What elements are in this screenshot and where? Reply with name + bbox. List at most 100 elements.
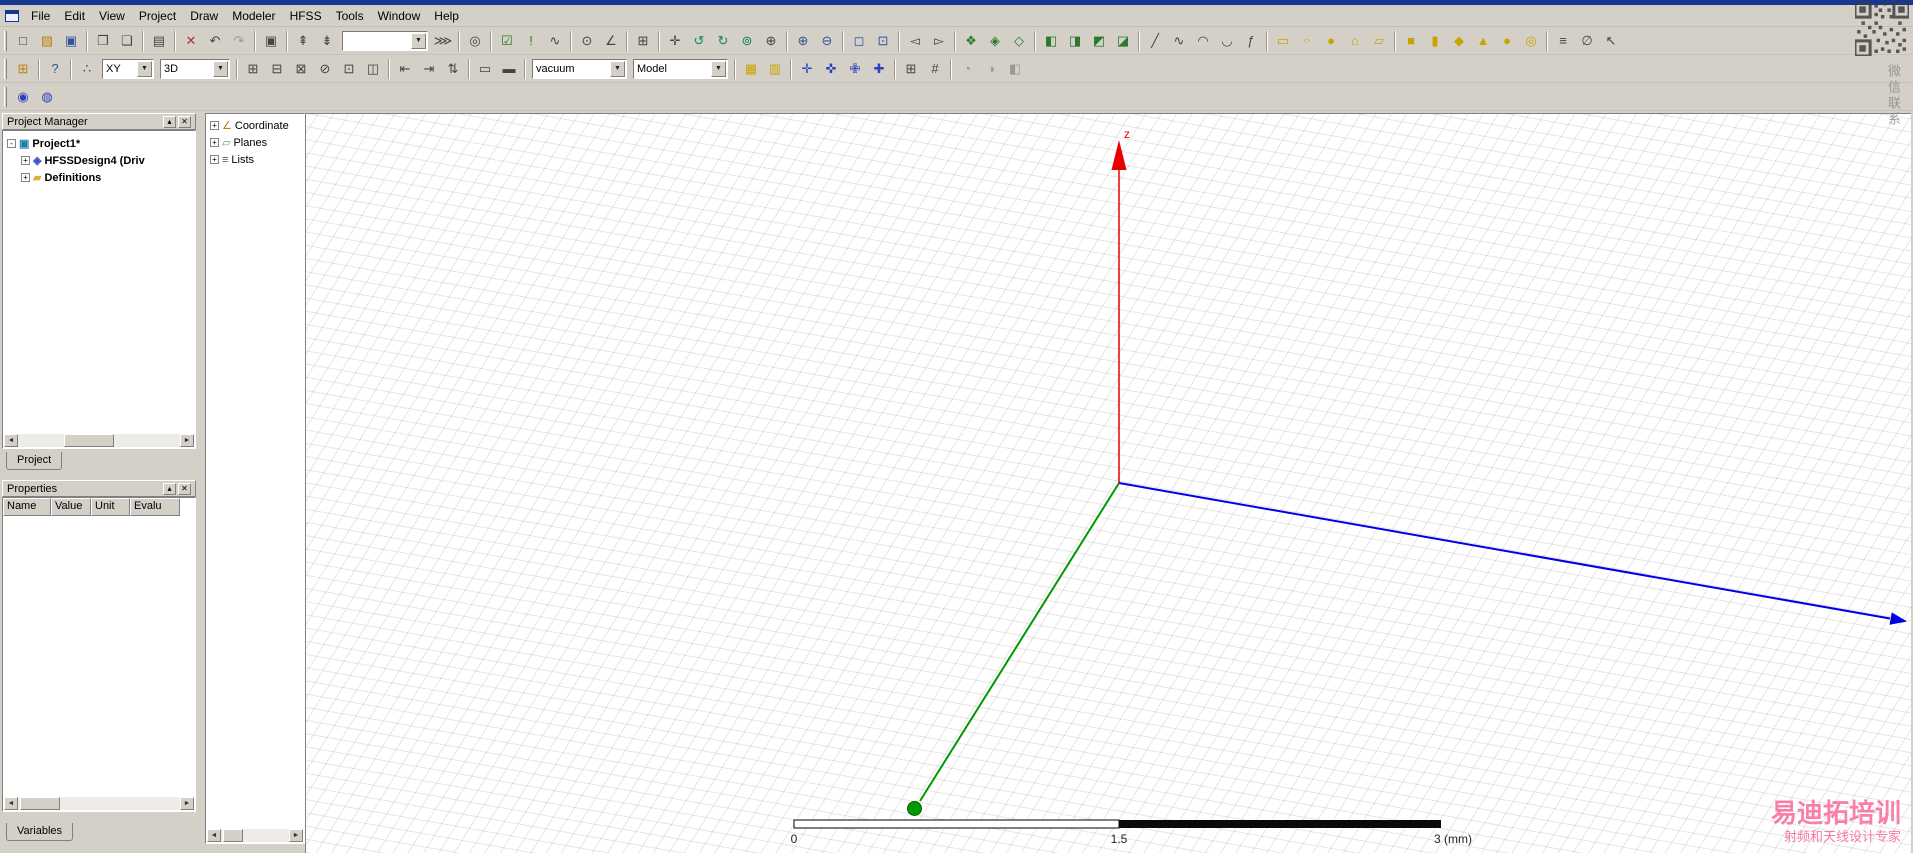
validate-icon[interactable]: ☑ [496,30,518,52]
grid-plane-combobox[interactable]: XY ▼ [102,58,154,79]
column-header-evalu[interactable]: Evalu [130,498,180,516]
grid-toggle-icon[interactable]: # [924,58,946,80]
scroll-right-arrow-icon[interactable]: ► [180,434,194,447]
undo-icon[interactable]: ↶ [204,30,226,52]
modeler-hscrollbar[interactable]: ◄ ► [207,829,303,842]
deembed-icon[interactable]: ∠ [600,30,622,52]
scrollbar-track[interactable] [18,797,180,810]
draw-regular-polyhedron-icon[interactable]: ◆ [1448,30,1470,52]
reference-cs-icon[interactable]: ⊞ [12,58,34,80]
solve-ports-icon[interactable]: ⊙ [576,30,598,52]
draw-torus-icon[interactable]: ◎ [1520,30,1542,52]
project-manager-titlebar[interactable]: Project Manager ▴ ✕ [2,113,196,130]
selection-filter-combobox[interactable]: ▼ [342,30,428,51]
material-combobox[interactable]: vacuum ▼ [532,58,627,79]
snap-settings-icon[interactable]: ∴ [76,58,98,80]
scrollbar-thumb[interactable] [223,829,243,842]
save-icon[interactable]: ▣ [60,30,82,52]
move-y-icon[interactable]: ✜ [820,58,842,80]
align-max-icon[interactable]: ⇥ [418,58,440,80]
tab-project[interactable]: Project [6,452,63,470]
scrollbar-thumb[interactable] [20,797,60,810]
rotate-screen-center-icon[interactable]: ⊚ [736,30,758,52]
menu-edit[interactable]: Edit [57,7,92,25]
boundary-display-icon[interactable]: ◎ [464,30,486,52]
toolbar-gripper[interactable] [4,86,7,107]
rotate-model-center-icon[interactable]: ↺ [688,30,710,52]
toolbar-gripper[interactable] [4,30,7,51]
panel-collapse-icon[interactable]: ▴ [163,482,176,495]
column-header-unit[interactable]: Unit [91,498,130,516]
matrix-data-icon[interactable]: ⊞ [632,30,654,52]
tree-item-lists[interactable]: + ≡ Lists [206,151,304,168]
modeler-3d-view[interactable]: z 0 1.5 3 (mm) 易迪拓培训 射频和天线设计专家 [305,113,1911,853]
object-list-icon[interactable]: ≡ [1552,30,1574,52]
pan-icon[interactable]: ✛ [664,30,686,52]
tree-item-definitions[interactable]: + ▰ Definitions [3,169,195,186]
draw-sphere-icon[interactable]: ● [1496,30,1518,52]
previous-view-icon[interactable]: ⇞ [292,30,314,52]
measure-position-icon[interactable]: ◔ [956,58,978,80]
draw-arc-center-icon[interactable]: ◠ [1192,30,1214,52]
draw-cylinder-icon[interactable]: ▮ [1424,30,1446,52]
results-icon[interactable]: ∿ [544,30,566,52]
select-pointer-icon[interactable]: ↖ [1600,30,1622,52]
measure-area-icon[interactable]: ◧ [1004,58,1026,80]
tree-item-hfssdesign4-driv[interactable]: + ◈ HFSSDesign4 (Driv [3,152,195,169]
assign-material-icon[interactable]: ▦ [740,58,762,80]
dropdown-arrow-icon[interactable]: ▼ [137,60,152,77]
zoom-in-icon[interactable]: ⊕ [792,30,814,52]
move-xy-icon[interactable]: ✙ [844,58,866,80]
expand-icon[interactable]: + [21,156,30,165]
dropdown-arrow-icon[interactable]: ▼ [711,60,726,77]
tree-item-project1[interactable]: - ▣ Project1* [3,135,195,152]
menu-hfss[interactable]: HFSS [283,7,329,25]
panel-collapse-icon[interactable]: ▴ [163,115,176,128]
open-file-icon[interactable]: ▨ [36,30,58,52]
draw-cone-icon[interactable]: ▲ [1472,30,1494,52]
purge-history-icon[interactable]: ∅ [1576,30,1598,52]
split-icon[interactable]: ⊘ [314,58,336,80]
draw-rectangle-icon[interactable]: ▭ [1272,30,1294,52]
scrollbar-track[interactable] [221,829,289,842]
tree-item-planes[interactable]: + ▱ Planes [206,134,304,151]
scrollbar-track[interactable] [18,434,180,447]
properties-titlebar[interactable]: Properties ▴ ✕ [2,480,196,497]
draw-line-icon[interactable]: ╱ [1144,30,1166,52]
menu-view[interactable]: View [92,7,132,25]
project-tree-hscrollbar[interactable]: ◄ ► [4,434,194,447]
draw-spline-icon[interactable]: ∿ [1168,30,1190,52]
paste-icon[interactable]: ❏ [116,30,138,52]
column-header-value[interactable]: Value [51,498,91,516]
menu-help[interactable]: Help [427,7,466,25]
dynamic-zoom-icon[interactable]: ⊕ [760,30,782,52]
drawing-mode-combobox[interactable]: 3D ▼ [160,58,230,79]
tree-item-coordinate[interactable]: + ∠ Coordinate [206,117,304,134]
distribute-icon[interactable]: ⇅ [442,58,464,80]
scrollbar-thumb[interactable] [64,434,114,447]
orient-top-icon[interactable]: ◈ [984,30,1006,52]
hfss-solution-type-icon[interactable]: ◉ [12,86,34,108]
expand-icon[interactable]: + [210,121,219,130]
scroll-left-arrow-icon[interactable]: ◄ [4,434,18,447]
context-help-icon[interactable]: ? [44,58,66,80]
panel-close-icon[interactable]: ✕ [178,115,191,128]
select-by-name-icon[interactable]: ▣ [260,30,282,52]
properties-hscrollbar[interactable]: ◄ ► [4,797,194,810]
scroll-left-arrow-icon[interactable]: ◄ [207,829,221,842]
toolbar-gripper[interactable] [4,58,7,79]
tree-item-label[interactable]: Project1* [32,138,80,150]
scroll-left-arrow-icon[interactable]: ◄ [4,797,18,810]
dropdown-arrow-icon[interactable]: ▼ [213,60,228,77]
object-attributes-icon[interactable]: ▥ [764,58,786,80]
dropdown-arrow-icon[interactable]: ▼ [610,60,625,77]
hfss-mesh-display-icon[interactable]: ◍ [36,86,58,108]
tree-item-label[interactable]: Lists [231,154,254,166]
orient-left-icon[interactable]: ◩ [1088,30,1110,52]
panel-close-icon[interactable]: ✕ [178,482,191,495]
next-view-icon[interactable]: ⇟ [316,30,338,52]
fit-all-icon[interactable]: ⊡ [872,30,894,52]
draw-regular-polygon-icon[interactable]: ⌂ [1344,30,1366,52]
delete-icon[interactable]: ✕ [180,30,202,52]
menu-draw[interactable]: Draw [183,7,225,25]
